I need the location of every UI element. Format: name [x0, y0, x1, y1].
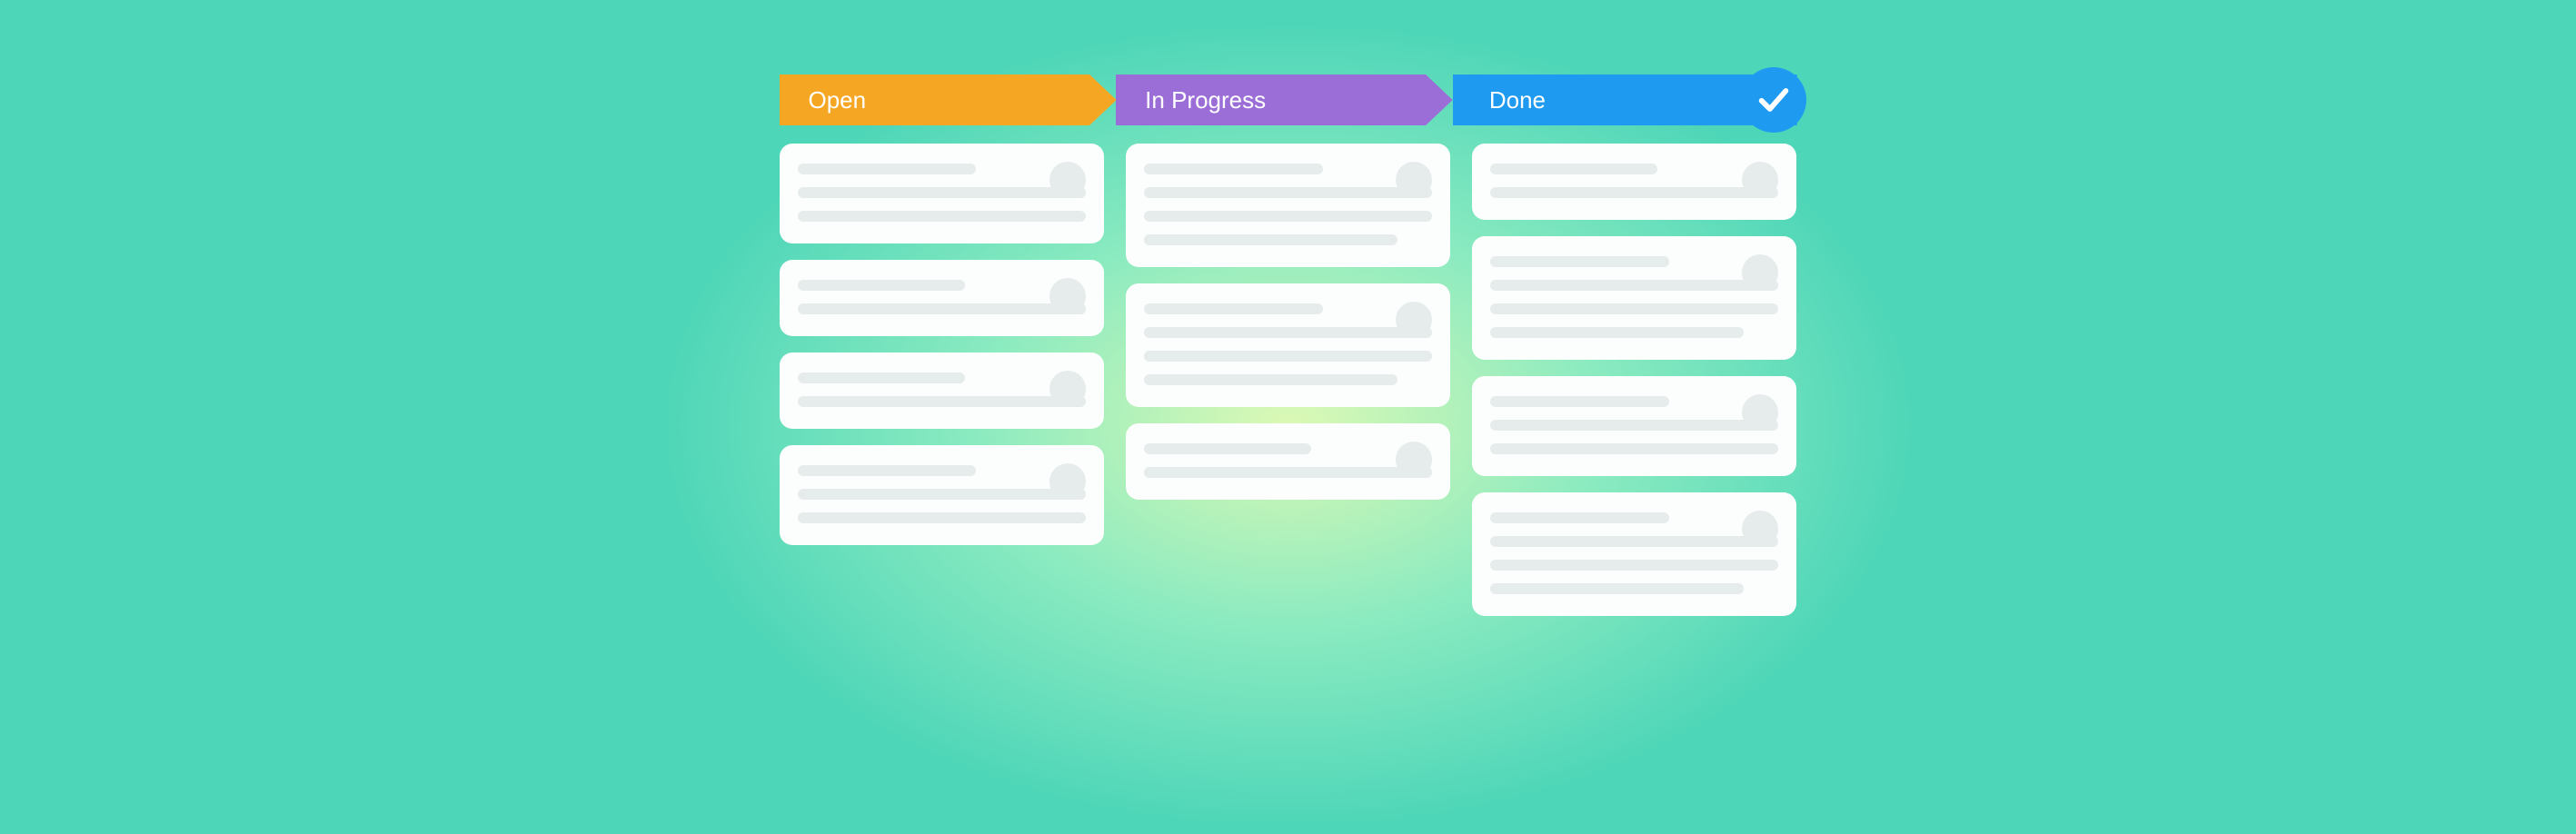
text-placeholder: [798, 303, 1086, 314]
text-placeholder: [1490, 187, 1778, 198]
text-placeholder: [1144, 164, 1323, 174]
text-placeholder: [1490, 536, 1778, 547]
task-card[interactable]: [780, 352, 1104, 429]
column-label-open: Open: [809, 86, 867, 114]
column-header-open[interactable]: Open: [780, 74, 1117, 125]
text-placeholder: [1144, 327, 1432, 338]
column-label-in-progress: In Progress: [1145, 86, 1266, 114]
text-placeholder: [1490, 164, 1657, 174]
column-in-progress: [1126, 144, 1450, 616]
task-card[interactable]: [1472, 236, 1796, 360]
text-placeholder: [1490, 420, 1778, 431]
text-placeholder: [1490, 303, 1778, 314]
avatar-placeholder: [1396, 442, 1432, 478]
avatar-placeholder: [1396, 302, 1432, 338]
column-label-done: Done: [1489, 86, 1546, 114]
avatar-placeholder: [1742, 254, 1778, 291]
text-placeholder: [798, 465, 977, 476]
text-placeholder: [798, 489, 1086, 500]
task-card[interactable]: [1472, 492, 1796, 616]
text-placeholder: [1490, 396, 1669, 407]
text-placeholder: [1490, 280, 1778, 291]
text-placeholder: [798, 396, 1086, 407]
column-headers: Open In Progress Done: [780, 74, 1797, 125]
text-placeholder: [1490, 583, 1744, 594]
text-placeholder: [798, 512, 1086, 523]
column-header-done[interactable]: Done: [1453, 74, 1797, 125]
text-placeholder: [798, 280, 965, 291]
task-card[interactable]: [1472, 376, 1796, 476]
text-placeholder: [1144, 303, 1323, 314]
text-placeholder: [1144, 467, 1432, 478]
text-placeholder: [1144, 234, 1397, 245]
task-card[interactable]: [780, 445, 1104, 545]
text-placeholder: [798, 164, 977, 174]
kanban-board: Open In Progress Done: [780, 74, 1797, 616]
text-placeholder: [798, 372, 965, 383]
column-open: [780, 144, 1104, 616]
avatar-placeholder: [1742, 162, 1778, 198]
text-placeholder: [1144, 187, 1432, 198]
task-card[interactable]: [780, 260, 1104, 336]
avatar-placeholder: [1742, 394, 1778, 431]
text-placeholder: [1490, 443, 1778, 454]
checkmark-icon: [1755, 82, 1792, 118]
text-placeholder: [1490, 560, 1778, 571]
task-card[interactable]: [1472, 144, 1796, 220]
text-placeholder: [1490, 512, 1669, 523]
board-columns: [780, 144, 1797, 616]
text-placeholder: [1144, 211, 1432, 222]
avatar-placeholder: [1742, 511, 1778, 547]
done-badge: [1741, 67, 1806, 133]
text-placeholder: [798, 187, 1086, 198]
text-placeholder: [1144, 351, 1432, 362]
task-card[interactable]: [780, 144, 1104, 243]
text-placeholder: [1144, 374, 1397, 385]
task-card[interactable]: [1126, 144, 1450, 267]
text-placeholder: [1490, 256, 1669, 267]
text-placeholder: [798, 211, 1086, 222]
task-card[interactable]: [1126, 283, 1450, 407]
avatar-placeholder: [1396, 162, 1432, 198]
task-card[interactable]: [1126, 423, 1450, 500]
text-placeholder: [1490, 327, 1744, 338]
column-done: [1472, 144, 1796, 616]
text-placeholder: [1144, 443, 1311, 454]
column-header-in-progress[interactable]: In Progress: [1116, 74, 1453, 125]
